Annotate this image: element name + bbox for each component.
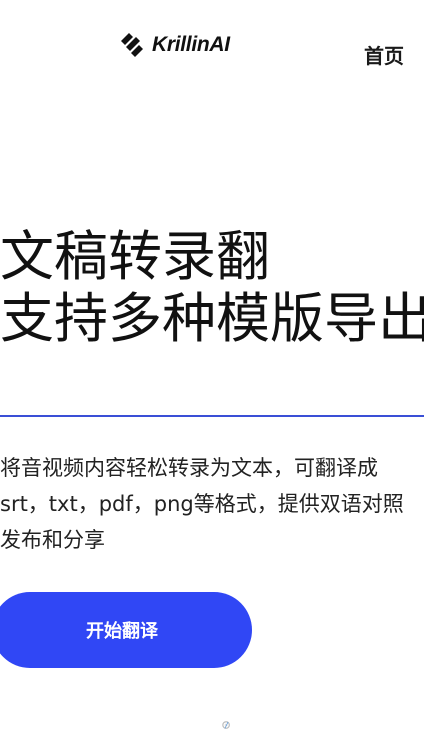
logo-text: KrillinAI [152,33,230,56]
header: KrillinAI 首页 [0,0,424,90]
krillin-logo-icon [118,31,146,59]
description-line-1: 将音视频内容轻松转录为文本，可翻译成 [0,456,378,480]
hero-title-line-2: 支持多种模版导出 [0,287,424,350]
description: 将音视频内容轻松转录为文本，可翻译成 srt，txt，pdf，png等格式，提供… [0,450,424,558]
nav-home-link[interactable]: 首页 [364,40,404,69]
section-divider [0,415,424,417]
description-line-2: srt，txt，pdf，png等格式，提供双语对照 [0,492,404,516]
hero-title: 文稿转录翻 支持多种模版导出 [0,226,424,350]
hero-title-line-1: 文稿转录翻 [0,226,270,288]
watermark [222,702,418,748]
description-line-3: 发布和分享 [0,528,105,552]
logo[interactable]: KrillinAI [118,30,230,60]
watermark-logo-icon [222,721,230,729]
start-translate-button[interactable]: 开始翻译 [0,592,252,668]
